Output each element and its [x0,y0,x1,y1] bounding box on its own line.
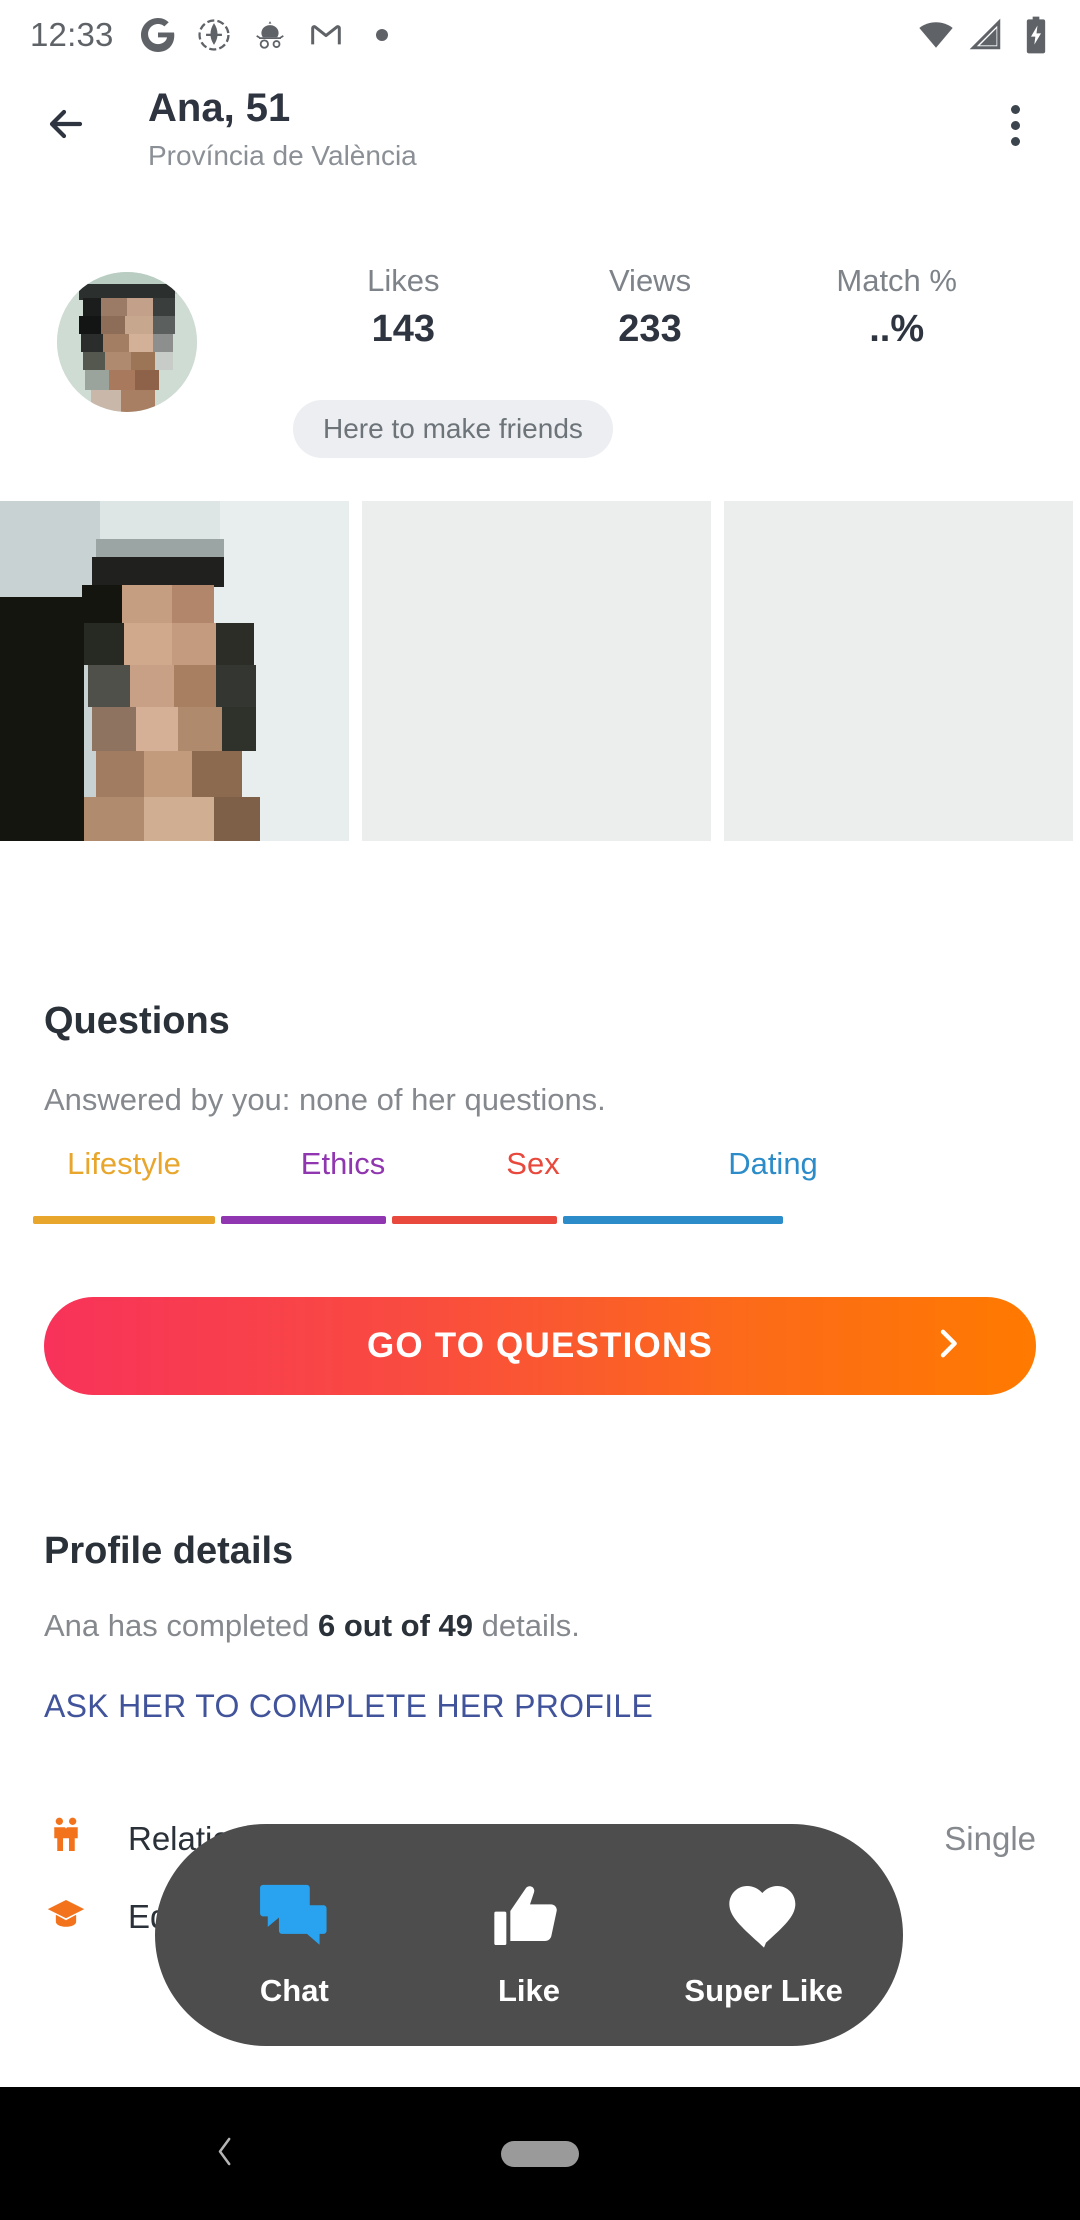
tab-label: Dating [728,1146,818,1181]
tab-label: Ethics [300,1146,386,1181]
gmail-icon [308,17,344,53]
completion-count: 6 out of 49 [318,1608,474,1643]
tab-dating[interactable]: Dating [628,1148,918,1179]
completion-prefix: Ana has completed [44,1608,319,1643]
wifi-icon [918,17,954,53]
profile-completion-text: Ana has completed 6 out of 49 details. [44,1608,580,1644]
app-badge-icon [196,17,232,53]
profile-location: Província de València [148,140,417,171]
battery-charging-icon [1018,16,1054,54]
avatar-photo [57,272,197,412]
gallery-photo-2[interactable] [362,501,711,841]
like-label: Like [497,1973,560,2008]
status-bar-clock: 12:33 [30,16,114,53]
gallery-photo-image [0,501,349,841]
stat-value: ..% [869,307,925,350]
tab-indicator-dating [563,1216,783,1224]
stat-value: 143 [371,307,436,350]
gallery-photo-3[interactable] [724,501,1073,841]
go-to-questions-button[interactable]: GO TO QUESTIONS [44,1297,1036,1395]
app-screen: 12:33 Ana, 51 Província de València Like… [0,0,1080,2220]
more-options-button[interactable] [980,90,1050,160]
tab-label: Sex [506,1146,560,1181]
stat-views: Views 233 [527,262,774,351]
go-to-questions-label: GO TO QUESTIONS [366,1326,713,1365]
stat-likes: Likes 143 [280,262,527,351]
completion-suffix: details. [473,1608,580,1643]
gallery-photo-1[interactable] [0,501,349,841]
profile-header: Ana, 51 Província de València [0,70,1080,180]
couple-icon [44,1814,88,1858]
more-options-icon [1010,104,1020,114]
tab-sex[interactable]: Sex [438,1148,628,1179]
back-arrow-icon [49,109,83,139]
dot-icon [364,17,400,53]
stat-match-percent: Match % ..% [773,262,1020,351]
chat-bubbles-icon [252,1861,336,1957]
stat-label: Views [608,263,692,298]
super-like-label: Super Like [684,1973,843,2008]
tab-indicator-lifestyle [33,1216,215,1224]
super-like-button[interactable]: Super Like [669,1861,859,2009]
chat-button[interactable]: Chat [199,1861,389,2009]
graduation-cap-icon [44,1892,88,1936]
status-bar-system-icons [918,16,1054,54]
tab-lifestyle[interactable]: Lifestyle [0,1148,248,1179]
stat-label: Match % [836,263,957,298]
detail-value: Single [944,1820,1036,1857]
android-navigation-bar [0,2087,1080,2220]
ask-complete-profile-link[interactable]: ASK HER TO COMPLETE HER PROFILE [44,1688,653,1725]
tab-indicator-ethics [221,1216,386,1224]
google-icon [140,17,176,53]
questions-answered-status: Answered by you: none of her questions. [44,1082,606,1117]
avatar[interactable] [57,272,197,412]
like-button[interactable]: Like [434,1861,624,2009]
stat-value: 233 [618,307,682,350]
chat-label: Chat [259,1973,329,2008]
nav-back-icon[interactable] [205,2131,245,2176]
profile-details-title: Profile details [44,1530,294,1572]
status-bar: 12:33 [0,0,1080,70]
floating-action-bar: Chat Like Super Like [155,1824,903,2046]
questions-section-title: Questions [44,1000,230,1042]
tab-ethics[interactable]: Ethics [248,1148,438,1179]
nav-home-pill[interactable] [501,2140,579,2167]
thumbs-up-icon [489,1861,569,1957]
heart-icon [724,1861,804,1957]
intent-badge: Here to make friends [293,400,613,458]
back-button[interactable] [34,92,98,156]
tab-indicator-sex [392,1216,557,1224]
status-bar-notification-icons [140,17,400,53]
carriage-icon [252,17,288,53]
tab-label: Lifestyle [67,1146,181,1181]
page-title: Ana, 51 [148,86,291,130]
question-category-tabs: Lifestyle Ethics Sex Dating [0,1148,1080,1240]
stat-label: Likes [367,263,440,298]
cellular-signal-icon [968,17,1004,53]
photo-gallery [0,501,1080,841]
profile-stats: Likes 143 Views 233 Match % ..% [280,262,1020,351]
chevron-right-icon [928,1324,968,1369]
